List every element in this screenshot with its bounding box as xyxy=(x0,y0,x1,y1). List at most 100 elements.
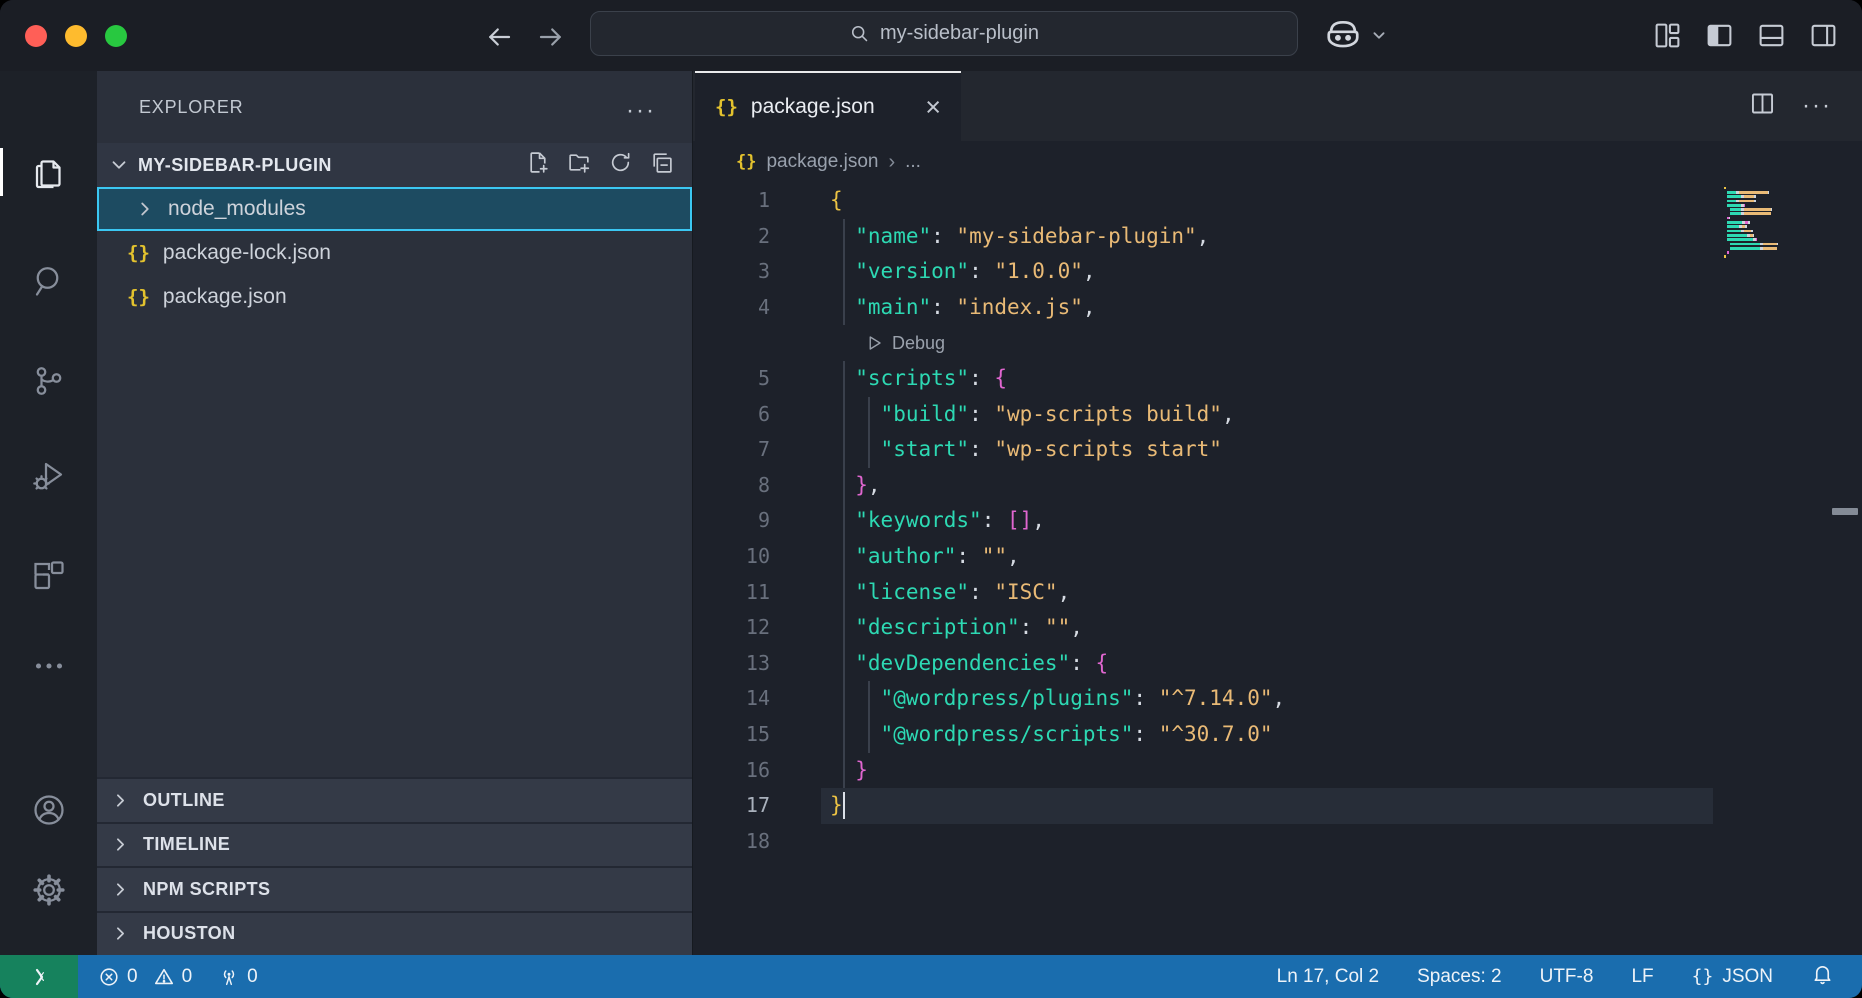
tree-item-package-lock.json[interactable]: {}package-lock.json xyxy=(97,231,692,275)
new-folder-icon[interactable] xyxy=(567,150,592,180)
command-center[interactable]: my-sidebar-plugin xyxy=(590,11,1298,56)
ellipsis-icon xyxy=(31,648,67,684)
toggle-primary-sidebar-icon[interactable] xyxy=(1705,21,1734,55)
ports-indicator[interactable]: 0 xyxy=(218,966,258,988)
line-number: 6 xyxy=(693,397,770,433)
tab-package-json[interactable]: {} package.json × xyxy=(695,71,961,141)
navigate-forward-button[interactable] xyxy=(536,22,566,52)
explorer-title: EXPLORER xyxy=(139,97,243,118)
line-number: 15 xyxy=(693,717,770,753)
toggle-secondary-sidebar-icon[interactable] xyxy=(1809,21,1838,55)
customize-layout-icon[interactable] xyxy=(1653,21,1682,55)
codelens-row: Debug xyxy=(693,325,1862,361)
line-number: 14 xyxy=(693,681,770,717)
json-file-icon: {} xyxy=(127,286,150,308)
breadcrumb-file[interactable]: package.json xyxy=(766,151,878,173)
broadcast-icon xyxy=(218,966,240,988)
line-number: 16 xyxy=(693,753,770,789)
code-line-4: 4"main": "index.js", xyxy=(693,290,1862,326)
ports-count: 0 xyxy=(247,966,258,988)
folder-section-header[interactable]: MY-SIDEBAR-PLUGIN xyxy=(97,143,692,187)
activity-settings[interactable] xyxy=(0,864,97,916)
close-tab-icon[interactable]: × xyxy=(925,94,941,121)
section-outline[interactable]: OUTLINE xyxy=(97,777,692,822)
breadcrumb-tail[interactable]: ... xyxy=(905,151,921,173)
activity-account[interactable] xyxy=(0,784,97,836)
activity-search[interactable] xyxy=(0,255,97,307)
problems-indicator[interactable]: 0 0 xyxy=(98,966,192,988)
line-number: 10 xyxy=(693,539,770,575)
line-number: 13 xyxy=(693,646,770,682)
macos-close-button[interactable] xyxy=(25,25,47,47)
status-language[interactable]: {} JSON xyxy=(1692,966,1773,988)
section-timeline[interactable]: TIMELINE xyxy=(97,822,692,867)
account-icon xyxy=(31,792,67,828)
activity-run-debug[interactable] xyxy=(0,450,97,502)
chevron-right-icon xyxy=(110,790,131,811)
activity-bar xyxy=(0,71,97,955)
macos-minimize-button[interactable] xyxy=(65,25,87,47)
editor-more-actions[interactable]: ··· xyxy=(1802,92,1832,120)
tree-item-node_modules[interactable]: node_modules xyxy=(97,187,692,231)
code-line-3: 3"version": "1.0.0", xyxy=(693,254,1862,290)
collapse-all-icon[interactable] xyxy=(649,150,674,180)
status-indentation[interactable]: Spaces: 2 xyxy=(1417,966,1502,988)
warning-count: 0 xyxy=(182,966,193,988)
line-number: 12 xyxy=(693,610,770,646)
gear-icon xyxy=(31,872,67,908)
status-bar: 0 0 0 Ln 17, Col 2 Spaces: 2 UTF-8 LF {}… xyxy=(0,955,1862,998)
code-line-10: 10"author": "", xyxy=(693,539,1862,575)
code-line-7: 7"start": "wp-scripts start" xyxy=(693,432,1862,468)
code-editor[interactable]: 1{2"name": "my-sidebar-plugin",3"version… xyxy=(693,183,1862,955)
line-number: 5 xyxy=(693,361,770,397)
code-line-13: 13"devDependencies": { xyxy=(693,646,1862,682)
code-line-1: 1{ xyxy=(693,183,1862,219)
vscode-window: my-sidebar-plugin xyxy=(0,0,1862,998)
sidebar-bottom-sections: OUTLINE TIMELINE NPM SCRIPTS HOUSTON xyxy=(97,777,692,955)
codelens-debug-link[interactable]: Debug xyxy=(865,325,945,361)
activity-source-control[interactable] xyxy=(0,355,97,407)
refresh-icon[interactable] xyxy=(608,150,633,180)
code-line-5: 5"scripts": { xyxy=(693,361,1862,397)
section-houston[interactable]: HOUSTON xyxy=(97,911,692,956)
toggle-panel-icon[interactable] xyxy=(1757,21,1786,55)
chevron-down-icon[interactable] xyxy=(1368,24,1390,46)
remote-indicator[interactable] xyxy=(0,955,78,998)
error-icon xyxy=(98,966,120,988)
activity-more[interactable] xyxy=(0,640,97,692)
overview-ruler-cursor xyxy=(1832,508,1858,515)
breadcrumb[interactable]: {} package.json › ... xyxy=(693,141,1862,183)
status-cursor-position[interactable]: Ln 17, Col 2 xyxy=(1277,966,1379,988)
code-line-6: 6"build": "wp-scripts build", xyxy=(693,397,1862,433)
activity-extensions[interactable] xyxy=(0,550,97,602)
new-file-icon[interactable] xyxy=(526,150,551,180)
text-cursor xyxy=(843,792,846,819)
section-npm-scripts[interactable]: NPM SCRIPTS xyxy=(97,866,692,911)
code-line-12: 12"description": "", xyxy=(693,610,1862,646)
search-icon xyxy=(31,263,67,299)
macos-zoom-button[interactable] xyxy=(105,25,127,47)
code-line-16: 16} xyxy=(693,753,1862,789)
split-editor-icon[interactable] xyxy=(1749,90,1776,122)
section-label: NPM SCRIPTS xyxy=(143,879,270,900)
status-eol[interactable]: LF xyxy=(1631,966,1653,988)
tree-item-package.json[interactable]: {} package.json xyxy=(97,275,692,319)
line-number: 9 xyxy=(693,503,770,539)
section-label: OUTLINE xyxy=(143,790,225,811)
error-count: 0 xyxy=(127,966,138,988)
code-line-15: 15"@wordpress/scripts": "^30.7.0" xyxy=(693,717,1862,753)
debug-icon xyxy=(31,458,67,494)
notifications-bell-icon[interactable] xyxy=(1811,962,1834,991)
minimap[interactable] xyxy=(1724,186,1796,263)
tree-item-label: package.json xyxy=(163,285,287,309)
explorer-more-actions[interactable]: ··· xyxy=(626,97,656,125)
line-number: 4 xyxy=(693,290,770,326)
chevron-right-icon: › xyxy=(888,151,895,174)
line-number: 8 xyxy=(693,468,770,504)
navigate-back-button[interactable] xyxy=(484,22,514,52)
status-encoding[interactable]: UTF-8 xyxy=(1540,966,1594,988)
copilot-icon[interactable] xyxy=(1324,16,1362,54)
section-label: TIMELINE xyxy=(143,834,230,855)
activity-explorer[interactable] xyxy=(0,146,97,198)
chevron-right-icon xyxy=(134,198,156,220)
